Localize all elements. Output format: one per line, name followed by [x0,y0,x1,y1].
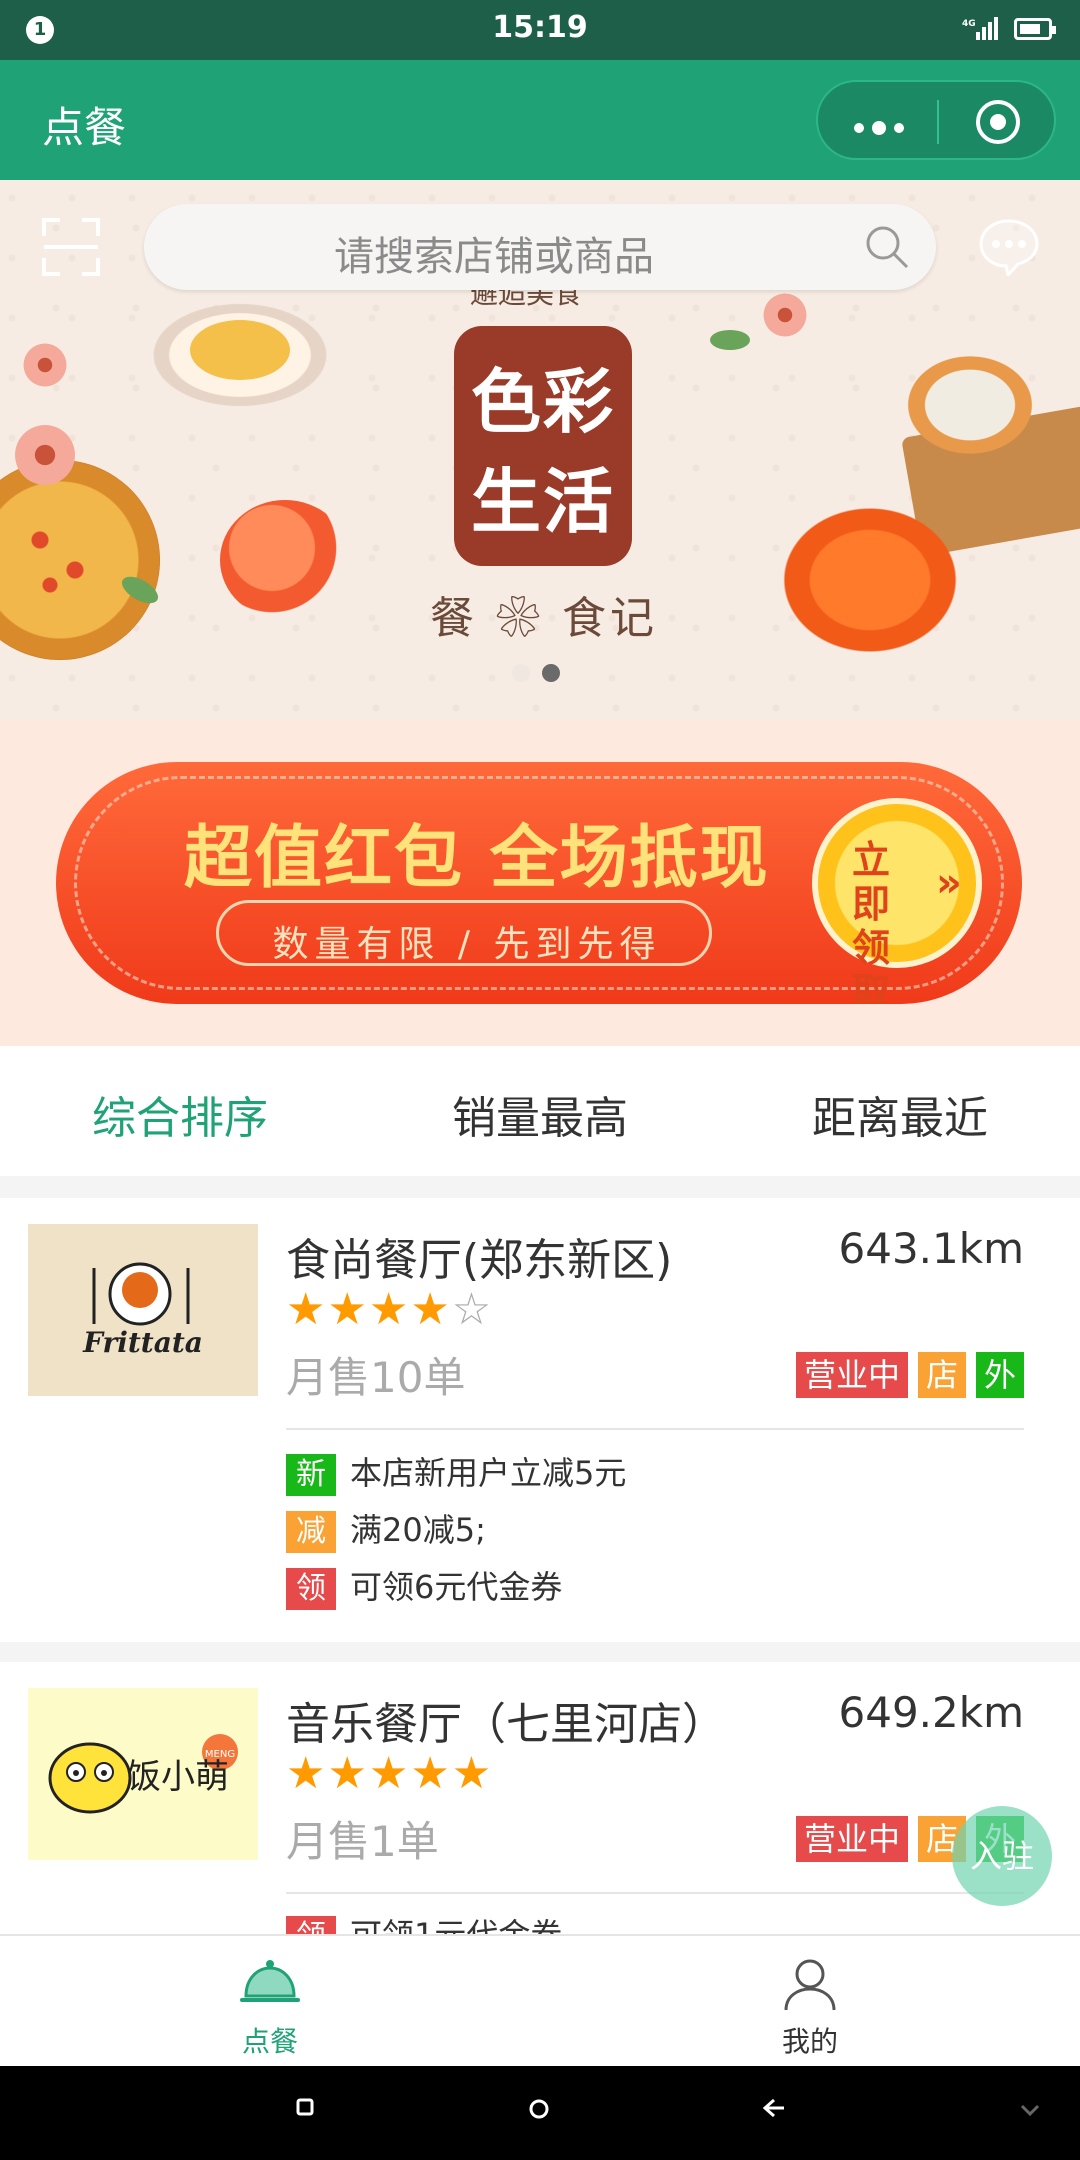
banner-subtitle: 餐 ❀ 食记 [430,593,658,644]
battery-icon [1014,18,1056,40]
search-bar[interactable]: 请搜索店铺或商品 [144,204,936,290]
shop-name: 食尚餐厅(郑东新区) [286,1235,673,1286]
promo-item: 领可领6元代金券 [286,1562,562,1610]
dine-in-badge: 店 [917,1352,966,1398]
shop-name: 音乐餐厅（七里河店） [286,1699,726,1750]
tab-comprehensive[interactable]: 综合排序 [0,1082,360,1146]
delivery-badge: 外 [975,1352,1024,1398]
monthly-sales: 月售1单 [286,1817,439,1866]
join-merchant-button[interactable]: 入驻 [952,1806,1052,1906]
monthly-sales: 月售10单 [286,1353,466,1402]
shop-card[interactable]: Frittata 食尚餐厅(郑东新区) 643.1km ★★★★☆ 月售10单 … [0,1198,1080,1642]
scan-icon[interactable] [42,218,100,276]
search-icon[interactable] [864,224,910,270]
coupon-subtitle-box: 数量有限 / 先到先得 [216,900,712,966]
status-time: 15:19 [492,10,588,45]
close-miniprogram-icon[interactable] [976,100,1020,144]
open-status-badge: 营业中 [795,1816,908,1862]
coupon-subtitle: 数量有限 / 先到先得 [272,924,662,965]
search-placeholder: 请搜索店铺或商品 [334,234,654,280]
capsule-divider [937,100,939,144]
double-chevron-icon: » [936,860,962,906]
soup-illustration [900,350,1040,460]
status-bar: 1 15:19 4G [0,0,1080,60]
shop-card[interactable]: MENG 饭小萌 音乐餐厅（七里河店） 649.2km ★★★★★ 月售1单 营… [0,1662,1080,1934]
coupon-section: 超值红包 全场抵现 数量有限 / 先到先得 立即领取 » [0,720,1080,1046]
shop-logo: Frittata [28,1224,258,1396]
promo-item: 新本店新用户立减5元 [286,1448,626,1496]
tab-mine[interactable]: 我的 [540,1936,1080,2068]
promo-item: 领可领1元代金券 [286,1910,562,1934]
promo-text: 满20减5; [350,1511,486,1549]
carousel-dot-active[interactable] [542,664,560,682]
open-status-badge: 营业中 [795,1352,908,1398]
signal-icon: 4G [962,17,998,40]
divider [286,1428,1024,1430]
promo-text: 可领1元代金券 [350,1916,562,1934]
coupon-banner[interactable]: 超值红包 全场抵现 数量有限 / 先到先得 立即领取 » [56,762,1022,1004]
leaf-decoration [710,330,750,350]
shop-distance: 649.2km [838,1688,1024,1737]
star-icon: ★★★★ [286,1284,452,1335]
tab-mine-label: 我的 [781,2025,838,2058]
carousel-dot[interactable] [512,664,530,682]
flower-decoration [760,290,810,340]
carousel-indicator [512,664,572,686]
tab-bar: 点餐 我的 [0,1934,1080,2068]
page-title: 点餐 [42,103,127,152]
promo-tag: 减 [286,1511,336,1553]
system-navigation-bar [0,2066,1080,2160]
promo-tag: 新 [286,1454,336,1496]
back-icon[interactable] [762,2098,786,2118]
promo-text: 本店新用户立减5元 [350,1454,627,1492]
banner-logo-line2: 生活 [471,460,615,543]
tab-order-label: 点餐 [241,2025,298,2058]
rating-stars: ★★★★☆ [286,1284,493,1335]
flower-decoration [10,420,80,490]
shop-logo: MENG 饭小萌 [28,1688,258,1860]
rating-stars: ★★★★★ [286,1748,494,1799]
tab-nearest[interactable]: 距离最近 [720,1082,1080,1146]
shop-distance: 643.1km [838,1224,1024,1273]
shop-tags: 营业中店外 [786,1352,1024,1398]
flower-decoration [20,340,70,390]
promo-text: 可领6元代金券 [350,1568,563,1606]
chevron-down-icon[interactable] [1020,2104,1040,2116]
sort-tabs: 综合排序 销量最高 距离最近 [0,1046,1080,1176]
dish-illustration [130,290,350,420]
banner-logo-line1: 色彩 [471,360,615,443]
shrimp-illustration [750,480,990,680]
person-icon [784,1959,836,2011]
promo-tag: 领 [286,1916,336,1934]
shop-logo-text: Frittata [82,1326,203,1359]
dish-cover-icon [240,1960,300,2002]
banner-logo: 色彩 生活 [454,326,632,566]
divider [286,1892,1024,1894]
star-empty-icon: ☆ [451,1284,494,1335]
banner-carousel[interactable]: 邂逅美食 色彩 生活 餐 ❀ 食记 请搜索店铺或商品 [0,180,1080,720]
shop-logo-text: 饭小萌 [127,1757,229,1797]
more-icon[interactable] [854,118,912,137]
tab-best-selling[interactable]: 销量最高 [360,1082,720,1146]
coupon-title: 超值红包 全场抵现 [184,819,770,898]
home-icon[interactable] [528,2098,550,2120]
miniprogram-capsule [816,80,1056,160]
promo-item: 减满20减5; [286,1505,486,1553]
message-icon[interactable] [978,218,1040,276]
claim-coupon-label: 立即领取 [852,838,891,1004]
claim-coupon-button[interactable]: 立即领取 » [812,798,982,1004]
recent-apps-icon[interactable] [296,2098,314,2116]
salmon-illustration [220,500,350,620]
network-type: 4G [962,19,976,29]
navigation-bar: 点餐 [0,60,1080,180]
tab-order[interactable]: 点餐 [0,1936,540,2068]
promo-tag: 领 [286,1568,336,1610]
